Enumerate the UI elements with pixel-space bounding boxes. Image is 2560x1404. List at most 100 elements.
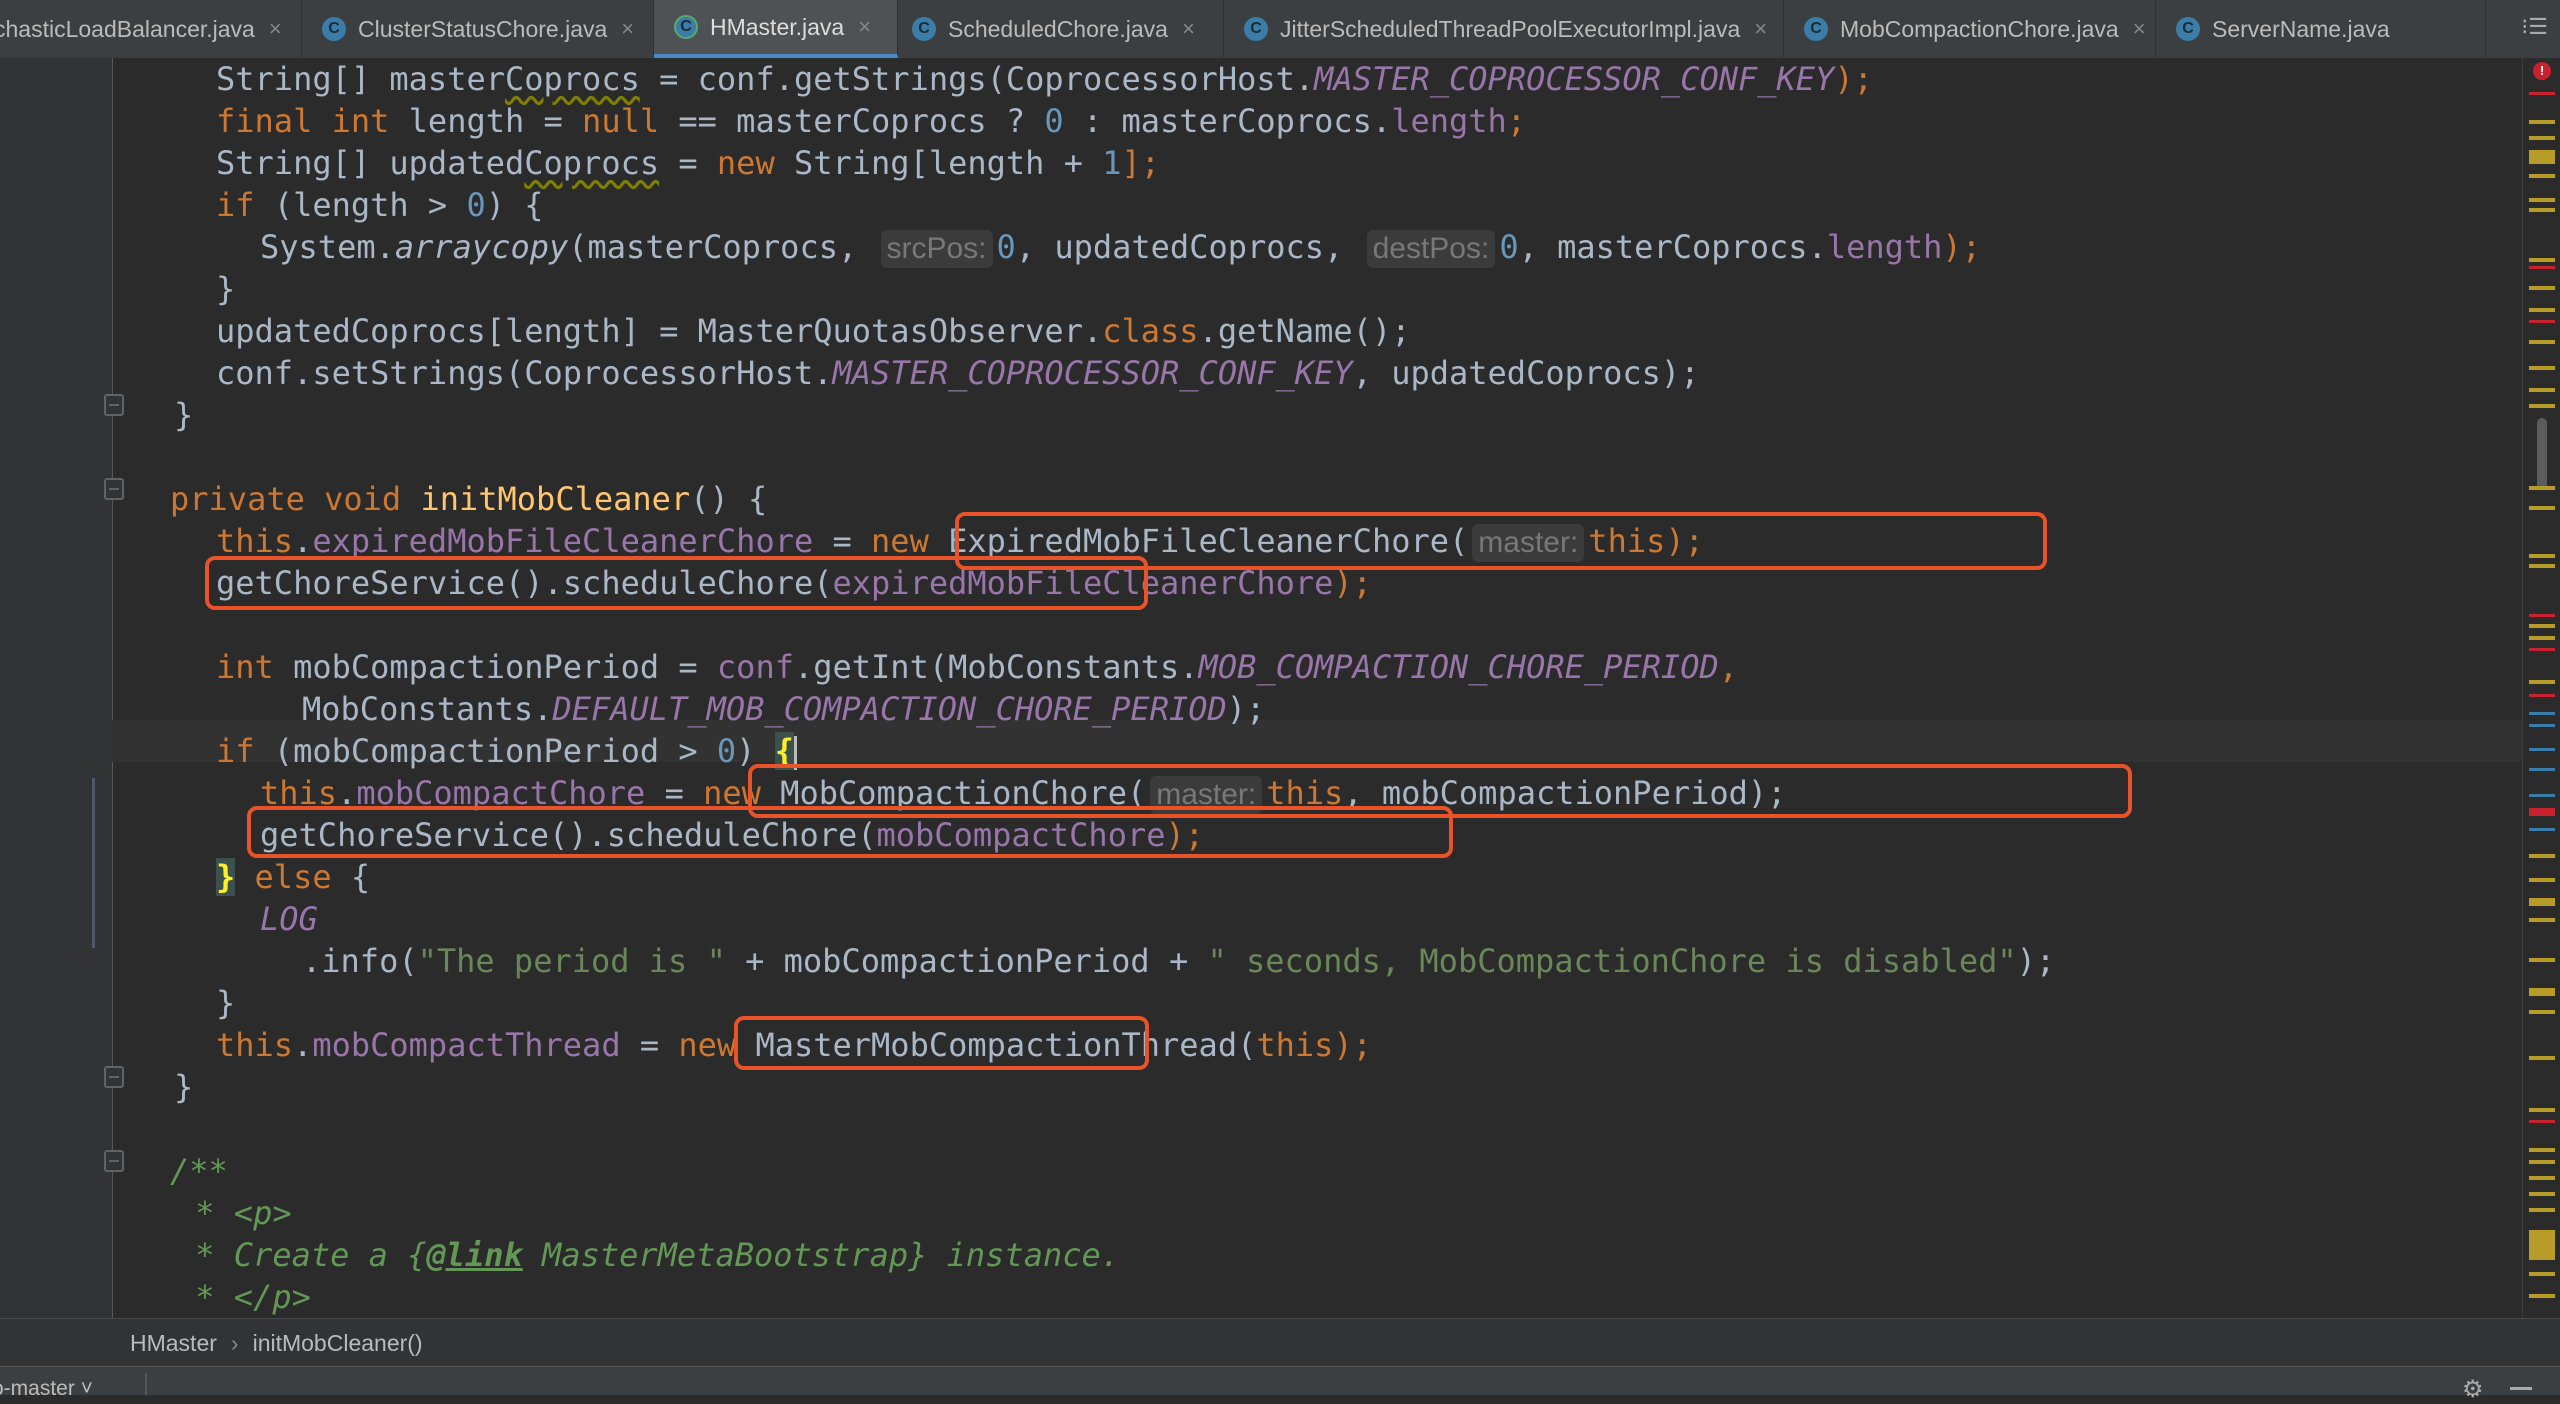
warning-mark[interactable] [2529, 918, 2555, 922]
error-indicator-icon[interactable]: ! [2533, 62, 2551, 80]
warning-mark[interactable] [2529, 1148, 2555, 1152]
code-line: } [174, 1068, 194, 1106]
warning-mark[interactable] [2529, 308, 2555, 312]
editor-gutter [0, 58, 124, 1318]
breadcrumb-class[interactable]: HMaster [130, 1330, 217, 1357]
warning-mark[interactable] [2529, 988, 2555, 996]
error-mark[interactable] [2529, 808, 2555, 816]
tab-scheduled-chore[interactable]: C ScheduledChore.java × [898, 0, 1224, 58]
gear-icon[interactable]: ⚙ [2462, 1375, 2484, 1404]
class-icon: C [674, 15, 698, 39]
tab-label: JitterScheduledThreadPoolExecutorImpl.ja… [1280, 15, 1741, 42]
tab-label: HMaster.java [710, 13, 845, 40]
warning-mark[interactable] [2529, 150, 2555, 164]
editor-tab-bar: chasticLoadBalancer.java × C ClusterStat… [0, 0, 2560, 59]
breadcrumb-method[interactable]: initMobCleaner() [253, 1330, 423, 1357]
close-icon[interactable]: × [269, 16, 282, 42]
tab-mob-compaction-chore[interactable]: C MobCompactionChore.java × [1784, 0, 2156, 58]
tab-server-name[interactable]: C ServerName.java [2156, 0, 2486, 58]
code-line: String[] updatedCoprocs = new String[len… [216, 144, 1161, 182]
code-line: /** [170, 1152, 228, 1190]
warning-mark[interactable] [2529, 1208, 2555, 1212]
minimize-icon[interactable] [2510, 1387, 2532, 1390]
warning-mark[interactable] [2529, 1192, 2555, 1196]
info-mark[interactable] [2529, 712, 2555, 715]
class-icon: C [2176, 17, 2200, 41]
warning-mark[interactable] [2529, 958, 2555, 962]
error-mark[interactable] [2529, 266, 2555, 269]
warning-mark[interactable] [2529, 624, 2555, 628]
warning-mark[interactable] [2529, 198, 2555, 202]
code-line: if (length > 0) { [216, 186, 544, 224]
warning-mark[interactable] [2529, 1056, 2555, 1060]
warning-mark[interactable] [2529, 554, 2555, 558]
warning-mark[interactable] [2529, 854, 2555, 858]
code-line: } [216, 270, 236, 308]
warning-mark[interactable] [2529, 340, 2555, 344]
info-mark[interactable] [2529, 748, 2555, 751]
class-icon: C [1244, 17, 1268, 41]
warning-mark[interactable] [2529, 388, 2555, 392]
tab-list-menu-icon[interactable]: ⁝☰ [2521, 14, 2548, 40]
close-icon[interactable]: × [1754, 16, 1767, 42]
warning-mark[interactable] [2529, 174, 2555, 178]
code-line: * <p> [176, 1194, 292, 1232]
warning-mark[interactable] [2529, 680, 2555, 684]
warning-mark[interactable] [2529, 404, 2555, 408]
warning-mark[interactable] [2529, 506, 2555, 510]
warning-mark[interactable] [2529, 1010, 2555, 1014]
tab-jitter-scheduled-thread-pool-executor[interactable]: C JitterScheduledThreadPoolExecutorImpl.… [1224, 0, 1784, 58]
warning-mark[interactable] [2529, 1160, 2555, 1164]
code-editor[interactable]: String[] masterCoprocs = conf.getStrings… [112, 58, 2522, 1318]
scrollbar-thumb[interactable] [2537, 418, 2547, 490]
warning-mark[interactable] [2529, 1230, 2555, 1260]
code-line: System.arraycopy(masterCoprocs, srcPos: 0… [260, 228, 1981, 268]
warning-mark[interactable] [2529, 878, 2555, 882]
code-line: String[] masterCoprocs = conf.getStrings… [216, 60, 1873, 98]
breadcrumb-separator: › [230, 1329, 239, 1356]
error-mark[interactable] [2529, 1120, 2555, 1123]
highlight-box-new-mob-compaction-thread [734, 1016, 1149, 1070]
warning-mark[interactable] [2529, 366, 2555, 370]
close-icon[interactable]: × [1182, 16, 1195, 42]
parameter-hint: destPos: [1366, 230, 1496, 268]
tab-hmaster[interactable]: C HMaster.java × [654, 0, 898, 58]
error-mark[interactable] [2529, 614, 2555, 617]
warning-mark[interactable] [2529, 1176, 2555, 1180]
warning-mark[interactable] [2529, 1272, 2555, 1276]
close-icon[interactable]: × [2133, 16, 2146, 42]
warning-mark[interactable] [2529, 898, 2555, 906]
warning-mark[interactable] [2529, 1294, 2555, 1298]
git-branch-widget[interactable]: o-master ˅ [0, 1377, 93, 1401]
error-mark[interactable] [2529, 92, 2555, 95]
warning-mark[interactable] [2529, 486, 2555, 490]
warning-mark[interactable] [2529, 564, 2555, 568]
close-icon[interactable]: × [621, 16, 634, 42]
error-mark[interactable] [2529, 320, 2555, 323]
warning-mark[interactable] [2529, 208, 2555, 212]
class-icon: C [322, 17, 346, 41]
error-mark[interactable] [2529, 648, 2555, 651]
info-mark[interactable] [2529, 828, 2555, 831]
code-line: .info("The period is " + mobCompactionPe… [302, 942, 2056, 980]
warning-mark[interactable] [2529, 286, 2555, 290]
error-stripe[interactable]: ! [2522, 58, 2560, 1318]
info-mark[interactable] [2529, 768, 2555, 771]
warning-mark[interactable] [2529, 1108, 2555, 1112]
close-icon[interactable]: × [858, 14, 871, 40]
warning-mark[interactable] [2529, 136, 2555, 140]
code-line: } [174, 396, 194, 434]
breadcrumb: HMaster › initMobCleaner() [0, 1318, 2560, 1367]
code-line: final int length = null == masterCoprocs… [216, 102, 1527, 140]
tab-cluster-status-chore[interactable]: C ClusterStatusChore.java × [302, 0, 654, 58]
warning-mark[interactable] [2529, 636, 2555, 640]
tab-label: ServerName.java [2212, 15, 2390, 42]
info-mark[interactable] [2529, 794, 2555, 797]
warning-mark[interactable] [2529, 120, 2555, 124]
warning-mark[interactable] [2529, 258, 2555, 262]
class-icon: C [1804, 17, 1828, 41]
error-mark[interactable] [2529, 694, 2555, 697]
tab-stochastic-load-balancer[interactable]: chasticLoadBalancer.java × [0, 0, 302, 58]
info-mark[interactable] [2529, 724, 2555, 727]
code-line: * </p> [176, 1278, 311, 1316]
